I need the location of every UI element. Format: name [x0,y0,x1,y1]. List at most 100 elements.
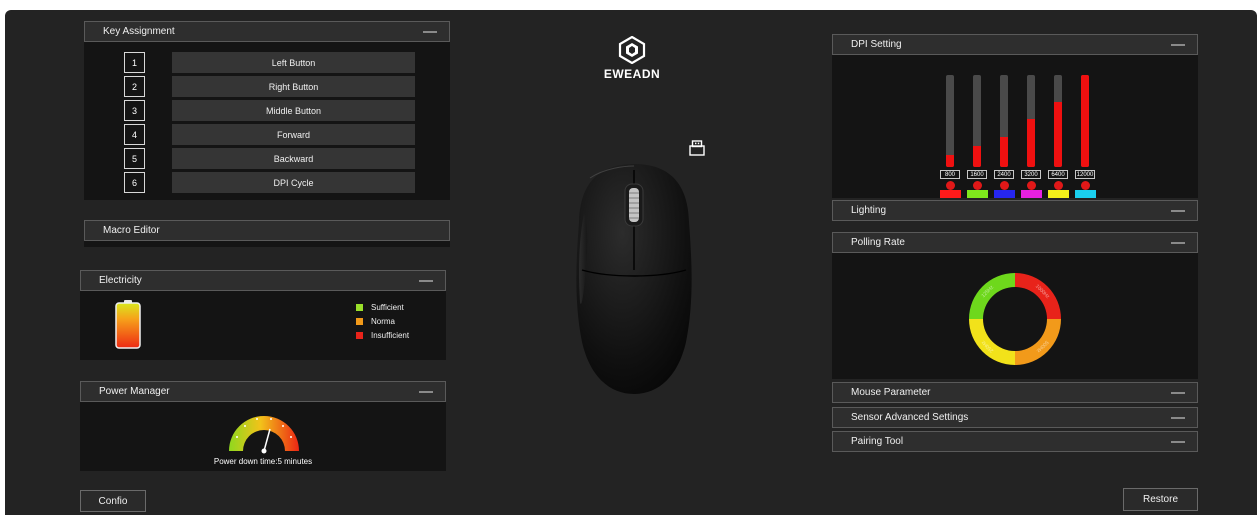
macro-editor-panel [84,241,450,247]
key-assign-button[interactable]: Backward [172,148,415,169]
key-assign-button[interactable]: DPI Cycle [172,172,415,193]
dpi-slider-fill [1000,137,1008,167]
mouse-image [576,164,692,394]
pairing-tool-header[interactable]: Pairing Tool [832,431,1198,452]
collapse-icon[interactable] [1171,392,1185,394]
dpi-select-radio[interactable] [1053,181,1063,190]
dpi-value-label: 1600 [967,170,987,179]
dpi-color-swatch[interactable] [966,190,988,198]
app-window: Key Assignment 1 Left Button 2 Right Button… [5,10,1257,515]
legend-item: Sufficient [356,303,404,312]
legend-label: Sufficient [371,303,404,312]
key-row: 6 DPI Cycle [124,172,415,193]
dpi-slider-fill [1081,75,1089,167]
config-button[interactable]: Confio [80,490,146,512]
polling-rate-ring[interactable]: 1000Hz500Hz250Hz125Hz [967,271,1063,367]
collapse-icon[interactable] [1171,210,1185,212]
dpi-value-label: 2400 [994,170,1014,179]
key-number: 3 [124,100,145,121]
dpi-value-label: 6400 [1048,170,1068,179]
dpi-select-radio[interactable] [945,181,955,190]
usb-receiver-icon [689,140,705,156]
dpi-color-swatch[interactable] [939,190,961,198]
collapse-icon[interactable] [1171,441,1185,443]
electricity-panel: Sufficient Norma Insufficient [80,291,446,360]
sensor-advanced-header[interactable]: Sensor Advanced Settings [832,407,1198,428]
lighting-header[interactable]: Lighting [832,200,1198,221]
power-manager-header[interactable]: Power Manager [80,381,446,402]
mouse-parameter-title: Mouse Parameter [851,387,931,398]
power-manager-panel: Power down time:5 minutes [80,402,446,471]
dpi-slider-fill [1027,119,1035,167]
dpi-slider-fill [973,146,981,167]
dpi-slider-track[interactable] [1081,75,1089,167]
battery-icon [115,300,141,349]
key-number: 1 [124,52,145,73]
dpi-select-radio[interactable] [1080,181,1090,190]
polling-rate-segment[interactable] [969,273,1015,319]
dpi-color-swatch[interactable] [1020,190,1042,198]
collapse-icon[interactable] [1171,417,1185,419]
dpi-slider-fill [946,155,954,167]
key-row: 4 Forward [124,124,415,145]
legend-swatch [356,304,363,311]
key-number: 4 [124,124,145,145]
legend-item: Insufficient [356,331,409,340]
dpi-value-label: 3200 [1021,170,1041,179]
key-assign-button[interactable]: Middle Button [172,100,415,121]
dpi-select-radio[interactable] [1026,181,1036,190]
dpi-slider-track[interactable] [1027,75,1035,167]
brand-name: EWEADN [603,67,661,81]
collapse-icon[interactable] [1171,242,1185,244]
dpi-setting-title: DPI Setting [851,39,902,50]
pairing-tool-title: Pairing Tool [851,436,904,447]
polling-rate-panel: 1000Hz 500Hz 250Hz 125Hz [832,253,1198,379]
dpi-slider-track[interactable] [946,75,954,167]
restore-button[interactable]: Restore [1123,488,1198,511]
dpi-value-label: 12000 [1075,170,1095,179]
sensor-advanced-title: Sensor Advanced Settings [851,412,969,423]
dpi-select-radio[interactable] [972,181,982,190]
polling-rate-header[interactable]: Polling Rate [832,232,1198,253]
key-assignment-title: Key Assignment [103,26,175,37]
dpi-select-radio[interactable] [999,181,1009,190]
dpi-slider-track[interactable] [1054,75,1062,167]
dpi-color-swatch[interactable] [993,190,1015,198]
lighting-title: Lighting [851,205,887,216]
legend-item: Norma [356,317,395,326]
legend-swatch [356,318,363,325]
collapse-icon[interactable] [419,280,433,282]
key-row: 2 Right Button [124,76,415,97]
power-gauge[interactable] [223,407,305,455]
dpi-color-swatch[interactable] [1074,190,1096,198]
dpi-color-swatch[interactable] [1047,190,1069,198]
key-assign-button[interactable]: Left Button [172,52,415,73]
collapse-icon[interactable] [1171,44,1185,46]
collapse-icon[interactable] [423,31,437,33]
macro-editor-header[interactable]: Macro Editor [84,220,450,241]
legend-label: Norma [371,317,396,326]
key-assignment-panel: 1 Left Button 2 Right Button 3 Middle Button 4… [84,42,450,200]
polling-rate-segment[interactable] [1015,273,1061,319]
eweadn-logo-icon [618,36,646,64]
dpi-slider-track[interactable] [973,75,981,167]
key-assign-button[interactable]: Right Button [172,76,415,97]
dpi-slider-fill [1054,102,1062,167]
key-number: 2 [124,76,145,97]
legend-swatch [356,332,363,339]
power-down-status: Power down time:5 minutes [213,457,313,466]
electricity-header[interactable]: Electricity [80,270,446,291]
dpi-slider-track[interactable] [1000,75,1008,167]
key-assignment-header[interactable]: Key Assignment [84,21,450,42]
key-row: 5 Backward [124,148,415,169]
dpi-setting-panel: 800 1600 2400 3200 6400 12000 [832,55,1198,198]
polling-rate-segment[interactable] [1015,319,1061,365]
key-assign-button[interactable]: Forward [172,124,415,145]
key-number: 5 [124,148,145,169]
dpi-value-label: 800 [940,170,960,179]
mouse-parameter-header[interactable]: Mouse Parameter [832,382,1198,403]
polling-rate-title: Polling Rate [851,237,905,248]
dpi-setting-header[interactable]: DPI Setting [832,34,1198,55]
collapse-icon[interactable] [419,391,433,393]
polling-rate-segment[interactable] [969,319,1015,365]
